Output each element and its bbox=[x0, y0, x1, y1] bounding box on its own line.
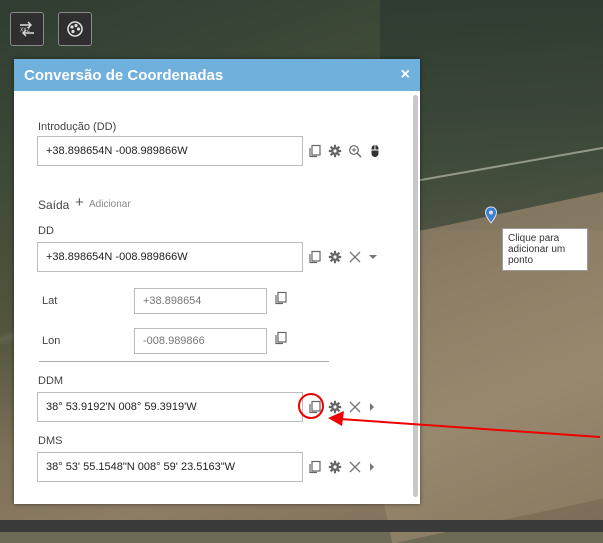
annotation-arrow bbox=[328, 411, 601, 438]
